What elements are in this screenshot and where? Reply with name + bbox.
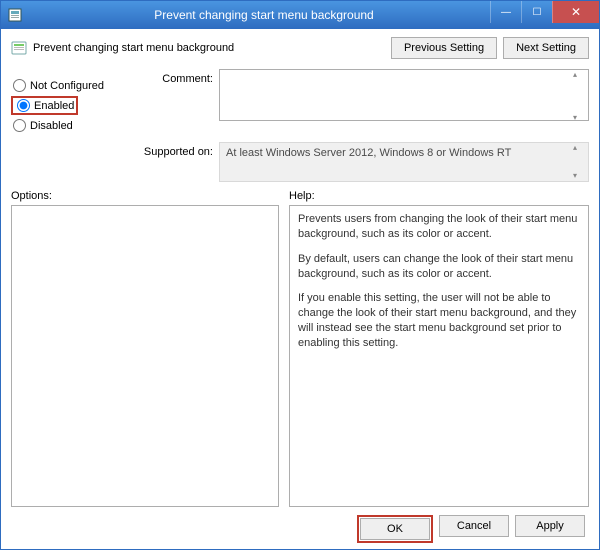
highlight-enabled: Enabled	[11, 96, 78, 115]
radio-enabled-label: Enabled	[34, 100, 74, 112]
comment-label: Comment:	[141, 69, 219, 85]
options-label: Options:	[11, 190, 279, 202]
app-icon	[7, 7, 23, 23]
supported-label: Supported on:	[141, 142, 219, 158]
help-text-p1: Prevents users from changing the look of…	[298, 212, 580, 242]
button-row: OK Cancel Apply	[11, 507, 589, 543]
cancel-button[interactable]: Cancel	[439, 515, 509, 537]
radio-not-configured-label: Not Configured	[30, 80, 104, 92]
radio-not-configured[interactable]: Not Configured	[11, 79, 141, 92]
supported-text: At least Windows Server 2012, Windows 8 …	[219, 142, 589, 182]
titlebar[interactable]: Prevent changing start menu background —…	[1, 1, 599, 29]
next-setting-button[interactable]: Next Setting	[503, 37, 589, 59]
help-text-p3: If you enable this setting, the user wil…	[298, 291, 580, 350]
minimize-button[interactable]: —	[490, 1, 521, 23]
scroll-down-icon[interactable]: ▾	[573, 114, 587, 122]
options-pane: Options:	[11, 190, 279, 507]
apply-button[interactable]: Apply	[515, 515, 585, 537]
scroll-up-icon[interactable]: ▴	[573, 144, 587, 152]
comment-textarea[interactable]	[219, 69, 589, 121]
supported-row: Supported on: At least Windows Server 20…	[11, 142, 589, 182]
help-label: Help:	[289, 190, 589, 202]
help-text-p2: By default, users can change the look of…	[298, 252, 580, 282]
previous-setting-button[interactable]: Previous Setting	[391, 37, 497, 59]
radio-enabled[interactable]: Enabled	[11, 96, 141, 115]
supported-label-col: Supported on:	[141, 142, 219, 158]
header-row: Prevent changing start menu background P…	[11, 37, 589, 59]
comment-field-col: ▴▾	[219, 69, 589, 124]
radio-disabled[interactable]: Disabled	[11, 119, 141, 132]
comment-label-col: Comment:	[141, 69, 219, 85]
close-button[interactable]: ✕	[552, 1, 599, 23]
radio-not-configured-input[interactable]	[13, 79, 26, 92]
radio-disabled-label: Disabled	[30, 120, 73, 132]
radio-disabled-input[interactable]	[13, 119, 26, 132]
state-and-comment-row: Not Configured Enabled Disabled Comment:	[11, 69, 589, 136]
supported-field-col: At least Windows Server 2012, Windows 8 …	[219, 142, 589, 182]
state-radio-group: Not Configured Enabled Disabled	[11, 69, 141, 136]
scroll-up-icon[interactable]: ▴	[573, 71, 587, 79]
highlight-ok: OK	[357, 515, 433, 543]
policy-icon	[11, 40, 27, 56]
radio-enabled-input[interactable]	[17, 99, 30, 112]
dialog-body: Prevent changing start menu background P…	[1, 29, 599, 549]
dialog-window: Prevent changing start menu background —…	[0, 0, 600, 550]
ok-button[interactable]: OK	[360, 518, 430, 540]
help-pane: Help: Prevents users from changing the l…	[289, 190, 589, 507]
maximize-button[interactable]: ☐	[521, 1, 552, 23]
panes-row: Options: Help: Prevents users from chang…	[11, 190, 589, 507]
options-box[interactable]	[11, 205, 279, 507]
scroll-down-icon[interactable]: ▾	[573, 172, 587, 180]
policy-name: Prevent changing start menu background	[33, 42, 385, 54]
help-box[interactable]: Prevents users from changing the look of…	[289, 205, 589, 507]
window-buttons: — ☐ ✕	[490, 1, 599, 23]
